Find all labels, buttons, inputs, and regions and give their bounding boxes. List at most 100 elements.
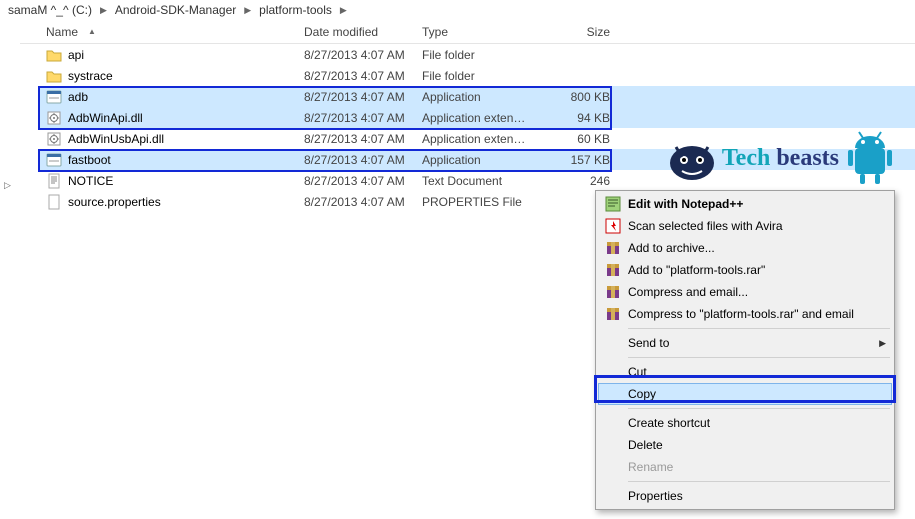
menu-label: Properties bbox=[624, 489, 886, 503]
file-name: systrace bbox=[68, 69, 113, 83]
file-size: 94 KB bbox=[534, 111, 616, 125]
file-name-cell: adb bbox=[40, 89, 298, 105]
winrar-icon bbox=[602, 262, 624, 278]
file-name: api bbox=[68, 48, 84, 62]
file-icon bbox=[46, 194, 62, 210]
menu-add-archive[interactable]: Add to archive... bbox=[598, 237, 892, 259]
column-headers[interactable]: Name ▲ Date modified Type Size bbox=[20, 20, 915, 44]
column-size[interactable]: Size bbox=[534, 25, 616, 39]
file-name-cell: fastboot bbox=[40, 152, 298, 168]
file-row[interactable]: AdbWinUsbApi.dll8/27/2013 4:07 AMApplica… bbox=[40, 128, 915, 149]
winrar-icon bbox=[602, 240, 624, 256]
file-row[interactable]: adb 8/27/2013 4:07 AMApplication800 KB bbox=[40, 86, 915, 107]
file-name: fastboot bbox=[68, 153, 111, 167]
menu-edit-notepadpp[interactable]: Edit with Notepad++ bbox=[598, 193, 892, 215]
file-name: adb bbox=[68, 90, 88, 104]
menu-delete[interactable]: Delete bbox=[598, 434, 892, 456]
menu-compress-email[interactable]: Compress and email... bbox=[598, 281, 892, 303]
file-row[interactable]: AdbWinApi.dll 8/27/2013 4:07 AMApplicatio… bbox=[40, 107, 915, 128]
file-name-cell: AdbWinApi.dll bbox=[40, 110, 298, 126]
exe-icon bbox=[46, 152, 62, 168]
avira-icon bbox=[602, 218, 624, 234]
file-type: Application bbox=[416, 153, 534, 167]
context-menu[interactable]: Edit with Notepad++ Scan selected files … bbox=[595, 190, 895, 510]
breadcrumb[interactable]: samaM ^_^ (C:) ▶ Android-SDK-Manager ▶ p… bbox=[0, 0, 915, 20]
breadcrumb-segment[interactable]: platform-tools bbox=[255, 3, 336, 17]
breadcrumb-segment[interactable]: Android-SDK-Manager bbox=[111, 3, 240, 17]
menu-copy[interactable]: Copy bbox=[598, 383, 892, 405]
menu-label: Add to archive... bbox=[624, 241, 886, 255]
menu-compress-rar-email[interactable]: Compress to "platform-tools.rar" and ema… bbox=[598, 303, 892, 325]
file-name-cell: AdbWinUsbApi.dll bbox=[40, 131, 298, 147]
winrar-icon bbox=[602, 306, 624, 322]
file-date: 8/27/2013 4:07 AM bbox=[298, 111, 416, 125]
file-row[interactable]: NOTICE 8/27/2013 4:07 AMText Document246 bbox=[40, 170, 915, 191]
column-name[interactable]: Name ▲ bbox=[40, 25, 298, 39]
chevron-right-icon: ▶ bbox=[338, 5, 349, 16]
folder-icon bbox=[46, 68, 62, 84]
file-size: 246 bbox=[534, 174, 616, 188]
chevron-right-icon: ▶ bbox=[242, 5, 253, 16]
file-type: Application extens... bbox=[416, 111, 534, 125]
file-name: AdbWinApi.dll bbox=[68, 111, 143, 125]
menu-create-shortcut[interactable]: Create shortcut bbox=[598, 412, 892, 434]
menu-label: Cut bbox=[624, 365, 886, 379]
file-row[interactable]: fastboot8/27/2013 4:07 AMApplication157 … bbox=[40, 149, 915, 170]
file-size: 157 KB bbox=[534, 153, 616, 167]
file-name: AdbWinUsbApi.dll bbox=[68, 132, 164, 146]
sort-asc-icon: ▲ bbox=[88, 27, 96, 36]
menu-send-to[interactable]: Send to ▶ bbox=[598, 332, 892, 354]
file-row[interactable]: api 8/27/2013 4:07 AMFile folder bbox=[40, 44, 915, 65]
column-label: Name bbox=[46, 25, 78, 39]
notepadpp-icon bbox=[602, 196, 624, 212]
menu-separator bbox=[628, 357, 890, 358]
menu-rename[interactable]: Rename bbox=[598, 456, 892, 478]
file-type: File folder bbox=[416, 69, 534, 83]
winrar-icon bbox=[602, 284, 624, 300]
menu-label: Delete bbox=[624, 438, 886, 452]
file-name-cell: systrace bbox=[40, 68, 298, 84]
menu-cut[interactable]: Cut bbox=[598, 361, 892, 383]
txt-icon bbox=[46, 173, 62, 189]
submenu-arrow-icon: ▶ bbox=[879, 338, 886, 349]
file-date: 8/27/2013 4:07 AM bbox=[298, 48, 416, 62]
menu-properties[interactable]: Properties bbox=[598, 485, 892, 507]
file-type: Text Document bbox=[416, 174, 534, 188]
exe-icon bbox=[46, 89, 62, 105]
nav-gutter: ▷ bbox=[0, 20, 20, 519]
menu-label: Copy bbox=[624, 387, 886, 401]
file-date: 8/27/2013 4:07 AM bbox=[298, 90, 416, 104]
column-type[interactable]: Type bbox=[416, 25, 534, 39]
menu-label: Rename bbox=[624, 460, 886, 474]
menu-label: Compress to "platform-tools.rar" and ema… bbox=[624, 307, 886, 321]
file-type: PROPERTIES File bbox=[416, 195, 534, 209]
file-type: Application bbox=[416, 90, 534, 104]
menu-scan-avira[interactable]: Scan selected files with Avira bbox=[598, 215, 892, 237]
breadcrumb-segment[interactable]: samaM ^_^ (C:) bbox=[4, 3, 96, 17]
file-name-cell: source.properties bbox=[40, 194, 298, 210]
file-type: File folder bbox=[416, 48, 534, 62]
chevron-right-icon[interactable]: ▷ bbox=[4, 180, 11, 191]
menu-label: Scan selected files with Avira bbox=[624, 219, 886, 233]
file-name-cell: NOTICE bbox=[40, 173, 298, 189]
file-date: 8/27/2013 4:07 AM bbox=[298, 195, 416, 209]
file-size: 800 KB bbox=[534, 90, 616, 104]
file-row[interactable]: systrace 8/27/2013 4:07 AMFile folder bbox=[40, 65, 915, 86]
file-date: 8/27/2013 4:07 AM bbox=[298, 174, 416, 188]
file-date: 8/27/2013 4:07 AM bbox=[298, 69, 416, 83]
menu-label: Edit with Notepad++ bbox=[624, 197, 886, 211]
menu-label: Compress and email... bbox=[624, 285, 886, 299]
column-date[interactable]: Date modified bbox=[298, 25, 416, 39]
dll-icon bbox=[46, 110, 62, 126]
file-size: 60 KB bbox=[534, 132, 616, 146]
file-date: 8/27/2013 4:07 AM bbox=[298, 132, 416, 146]
menu-separator bbox=[628, 481, 890, 482]
menu-add-rar[interactable]: Add to "platform-tools.rar" bbox=[598, 259, 892, 281]
menu-separator bbox=[628, 408, 890, 409]
menu-separator bbox=[628, 328, 890, 329]
file-name: NOTICE bbox=[68, 174, 113, 188]
folder-icon bbox=[46, 47, 62, 63]
file-name-cell: api bbox=[40, 47, 298, 63]
menu-label: Send to bbox=[624, 336, 879, 350]
menu-label: Create shortcut bbox=[624, 416, 886, 430]
